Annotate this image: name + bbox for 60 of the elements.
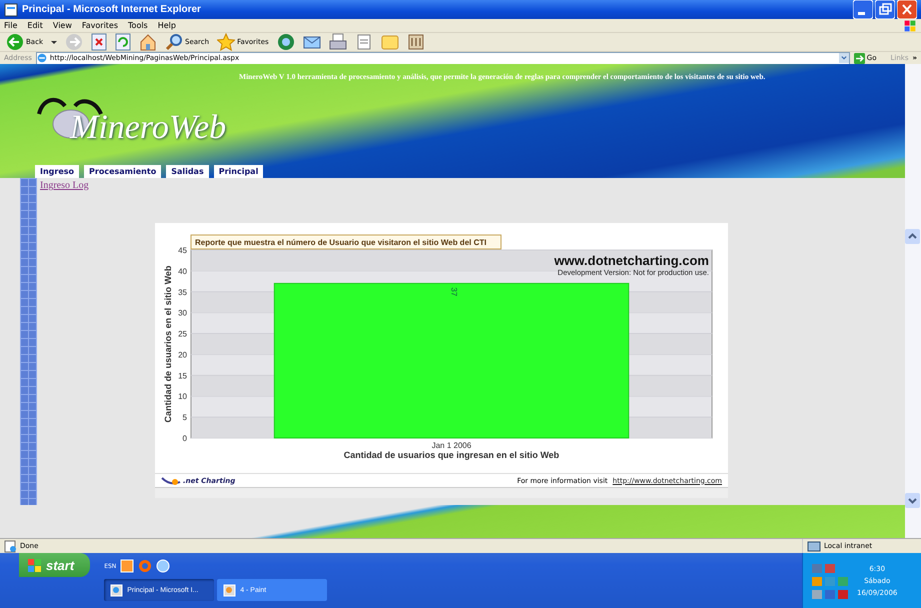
scroll-up-icon [905,229,920,244]
printer-icon[interactable] [328,33,347,51]
nav-tab[interactable]: Procesamiento [84,165,162,178]
scrollbar[interactable] [905,64,921,538]
ingreso-log-link[interactable]: Ingreso Log [40,180,89,191]
axis-tick-label: 45 [178,246,187,255]
ie-page-icon [110,584,124,596]
menu-item[interactable]: Tools [128,21,148,30]
brand-text: www.dotnetcharting.com [554,253,709,268]
axis-tick-label: 40 [178,266,187,276]
windows-flag-icon [27,558,42,572]
chart-title: Reporte que muestra el número de Usuario que visitaron el sitio Web del CTI [190,234,502,250]
menu-item[interactable]: Favorites [82,21,118,30]
axis-tick-label: 0 [182,434,187,443]
magnifier-icon [165,33,183,51]
scroll-down-icon [905,493,920,508]
globe-icon[interactable] [156,559,170,573]
menu-item[interactable]: Help [158,21,176,30]
axis-tick-label: 5 [182,413,187,422]
axis-tick-label: 25 [178,330,187,339]
minimize-icon[interactable] [853,0,873,19]
paint-icon [223,584,236,596]
axis-tick-label: 20 [178,350,187,360]
close-icon[interactable] [897,0,917,19]
arrow-left-icon [6,33,24,51]
menu-item[interactable]: View [52,21,72,30]
axis-tick-label: 15 [178,371,187,380]
stop-icon[interactable] [91,33,107,51]
media-icon[interactable] [276,33,295,51]
axis-tick-label: 30 [178,308,187,318]
home-icon[interactable] [139,33,157,51]
axis-tick-label: 35 [178,288,187,297]
swoosh-icon [161,474,181,486]
ie-page-icon [36,53,47,63]
axis-tick-label: Jan 1 2006 [432,441,472,450]
menu-item[interactable]: Edit [27,21,43,30]
menu-item[interactable]: File [4,21,18,30]
dropdown-caret-icon[interactable] [51,40,57,44]
arrow-right-icon [854,52,865,64]
windows-flag-icon [903,18,917,32]
x-axis-title: Cantidad de usuarios que ingresan en el sitio Web [344,450,560,460]
nav-tab[interactable]: Ingreso [35,165,80,178]
tray-icons-drawing [811,562,849,600]
page-done-icon [4,540,17,552]
window-title: Principal - Microsoft Internet Explorer [22,4,202,15]
restore-icon[interactable] [875,0,895,19]
refresh-icon[interactable] [115,33,131,51]
star-icon [217,33,236,51]
page-icon [4,2,18,16]
data-label: 37 [450,287,458,296]
dropdown-caret-icon [838,53,849,63]
app-icon[interactable] [120,559,134,573]
chart-title: Reporte que muestra el número de Usuario que visitaron el sitio Web del CTI [195,238,486,247]
nav-tab[interactable]: Salidas [166,165,209,178]
messenger-icon[interactable] [406,33,425,51]
document-icon[interactable] [354,33,373,51]
nav-tab[interactable]: Principal [214,165,264,178]
intranet-icon [807,539,821,553]
axis-tick-label: 10 [178,392,187,402]
y-axis-title: Cantidad de usuarios en el sitio Web [163,266,173,422]
